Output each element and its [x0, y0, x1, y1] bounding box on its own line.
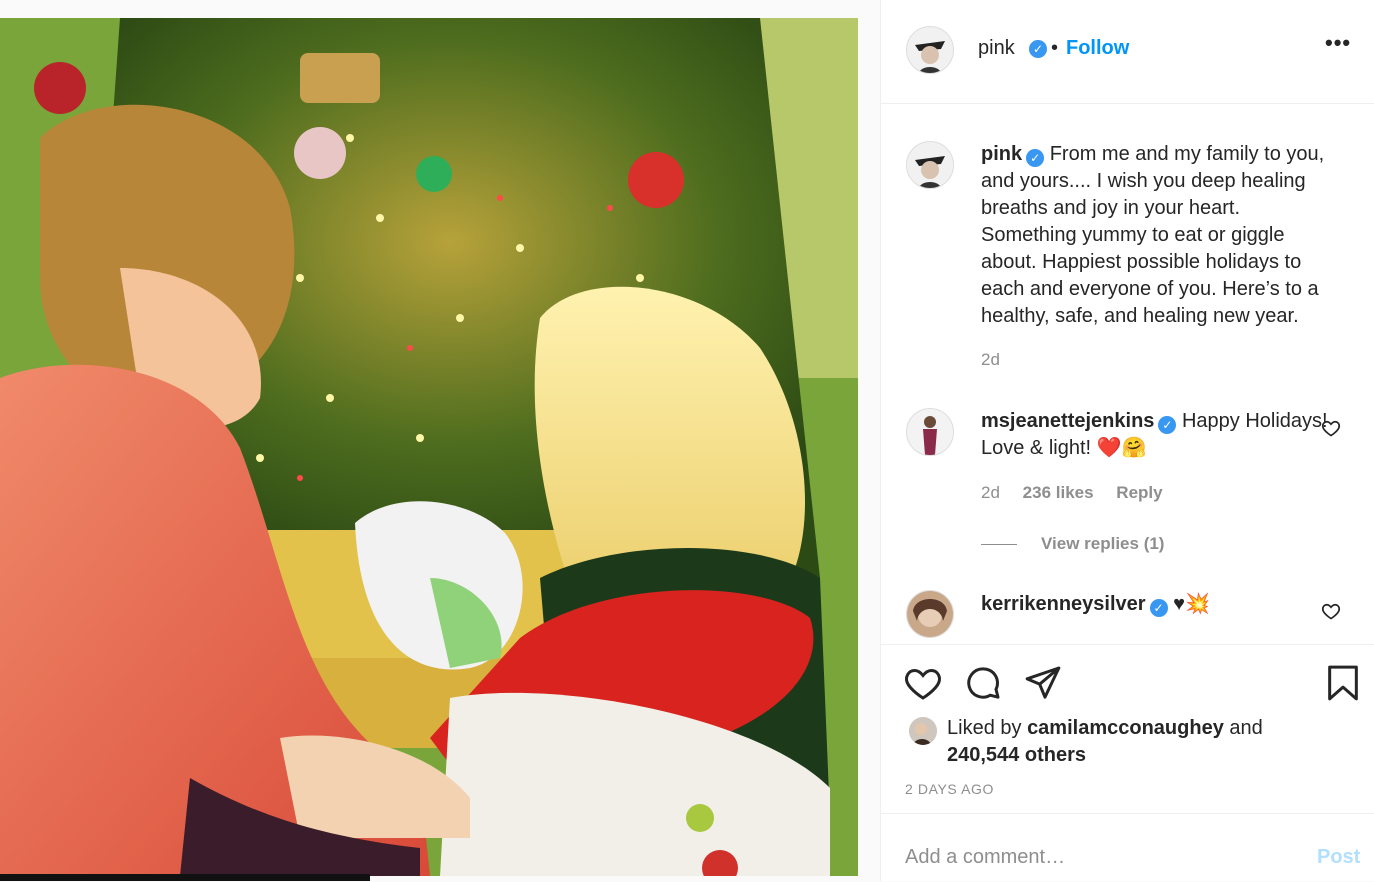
post-date[interactable]: 2 DAYS AGO	[905, 781, 994, 797]
caption-author-avatar[interactable]	[906, 141, 954, 189]
comment: kerrikenneysilver ✓ ♥💥	[981, 591, 1341, 618]
caption-text: From me and my family to you, and yours.…	[981, 143, 1325, 327]
liker-avatar[interactable]	[909, 717, 937, 745]
comment-meta: 2d 236 likes Reply	[981, 483, 1181, 503]
comment-like-heart-icon[interactable]	[1321, 418, 1341, 438]
bookmark-icon[interactable]	[1323, 663, 1363, 703]
follow-button[interactable]: Follow	[1066, 37, 1129, 60]
caption: pink ✓ From me and my family to you, and …	[981, 141, 1341, 330]
more-options-icon[interactable]: •••	[1325, 30, 1351, 56]
caption-age: 2d	[981, 350, 1000, 369]
comment-likes[interactable]: 236 likes	[1023, 483, 1094, 502]
verified-badge-icon: ✓	[1026, 149, 1045, 167]
caption-meta: 2d	[981, 350, 1018, 370]
post-actions: Liked by camilamcconaughey and 240,544 o…	[881, 644, 1374, 813]
replies-divider	[981, 544, 1017, 546]
photo-illustration	[0, 18, 858, 876]
verified-badge-icon: ✓	[1149, 599, 1168, 617]
comment: msjeanettejenkins ✓ Happy Holidays! Love …	[981, 408, 1341, 462]
post-photo[interactable]	[0, 18, 858, 876]
caption-author[interactable]: pink	[981, 143, 1022, 165]
scroll-strip	[0, 874, 370, 881]
comment-bubble-icon[interactable]	[963, 663, 1003, 703]
view-replies-label: View replies (1)	[1041, 534, 1165, 553]
author-avatar-image	[907, 27, 953, 73]
liked-by: Liked by camilamcconaughey and 240,544 o…	[947, 715, 1263, 769]
comment-author[interactable]: msjeanettejenkins	[981, 410, 1154, 432]
commenter-avatar[interactable]	[906, 590, 954, 638]
comment-like-heart-icon[interactable]	[1321, 601, 1341, 621]
liker-avatar-image	[909, 717, 937, 745]
author-avatar[interactable]	[906, 26, 954, 74]
separator-dot: •	[1051, 37, 1059, 59]
author-username[interactable]: pink	[978, 37, 1015, 60]
post-header: pink ✓ • Follow •••	[881, 0, 1374, 104]
comment-input[interactable]: Add a comment…	[905, 846, 1065, 869]
verified-badge-icon: ✓	[1029, 40, 1047, 58]
verified-badge-icon: ✓	[1158, 416, 1177, 434]
view-replies-button[interactable]: View replies (1)	[981, 534, 1164, 554]
caption-avatar-image	[907, 142, 953, 188]
commenter-avatar-image	[907, 409, 953, 455]
comment-age: 2d	[981, 483, 1000, 502]
post-comment-button[interactable]: Post	[1317, 846, 1360, 869]
post-sidebar: pink ✓ • Follow ••• pink ✓ From me and my…	[880, 0, 1374, 881]
reply-button[interactable]: Reply	[1116, 483, 1162, 502]
paper-plane-icon[interactable]	[1023, 663, 1063, 703]
commenter-avatar[interactable]	[906, 408, 954, 456]
comments-list[interactable]: pink ✓ From me and my family to you, and …	[881, 104, 1374, 644]
liked-by-and: and	[1229, 717, 1263, 739]
liked-by-prefix: Liked by	[947, 717, 1022, 739]
commenter-avatar-image	[907, 591, 953, 637]
comment-text: ♥💥	[1173, 593, 1210, 615]
heart-icon[interactable]	[903, 663, 943, 703]
liked-by-others[interactable]: 240,544 others	[947, 744, 1086, 766]
liked-by-user[interactable]: camilamcconaughey	[1027, 717, 1224, 739]
comment-author[interactable]: kerrikenneysilver	[981, 593, 1146, 615]
add-comment-bar: Add a comment… Post	[881, 813, 1374, 882]
